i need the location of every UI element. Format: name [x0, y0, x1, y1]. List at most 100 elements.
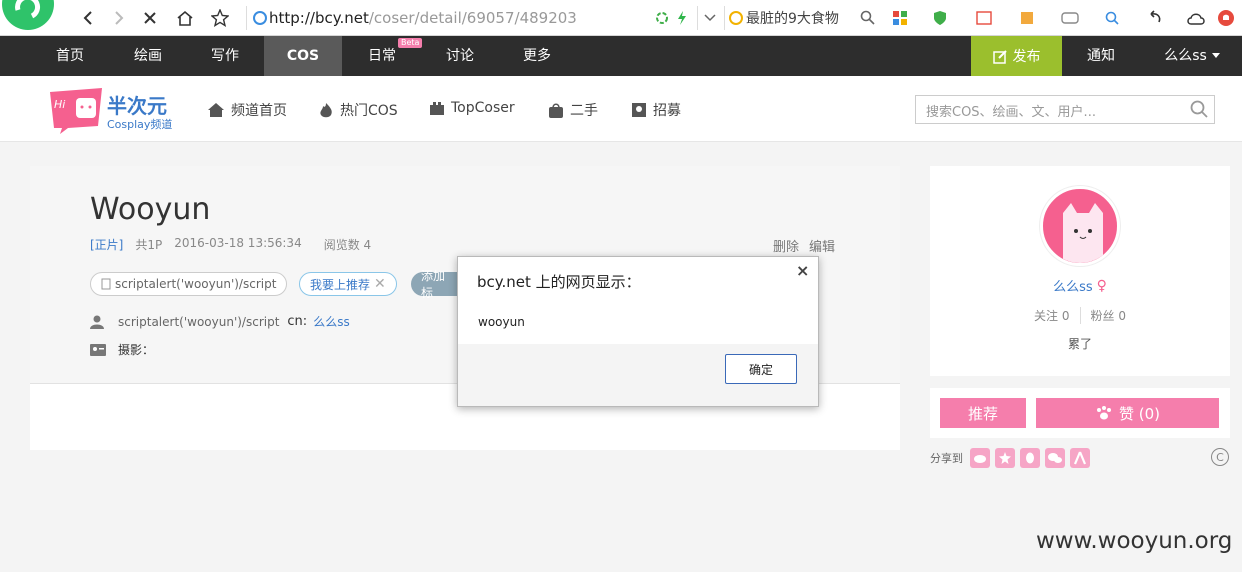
qzone-star-icon[interactable] [995, 448, 1015, 468]
qq-icon[interactable] [1020, 448, 1040, 468]
site-logo-icon[interactable]: Hi [50, 88, 105, 134]
url-path: /coser/detail/69057/489203 [368, 9, 577, 27]
lightning-icon[interactable] [670, 6, 694, 30]
doc-icon [101, 278, 111, 290]
tag-label: scriptalert('wooyun')/script [115, 277, 277, 291]
user-menu[interactable]: 么么ss [1155, 36, 1230, 76]
photographer-label: 摄影： [118, 343, 155, 357]
nav-home[interactable]: 首页 [40, 36, 100, 76]
avatar[interactable] [1040, 186, 1120, 266]
close-icon[interactable]: ✕ [374, 276, 386, 292]
wechat-icon[interactable] [1045, 448, 1065, 468]
bookmark-star-icon[interactable] [208, 6, 232, 30]
delete-link[interactable]: 删除 [773, 236, 799, 255]
stop-icon[interactable] [138, 6, 162, 30]
site-search-input[interactable]: 搜索COS、绘画、文、用户... [915, 95, 1215, 124]
gamepad-icon[interactable] [1058, 6, 1082, 30]
dialog-title: bcy.net 上的网页显示： [477, 273, 641, 291]
subnav-label: 二手 [570, 103, 598, 119]
site-search-placeholder: 搜索COS、绘画、文、用户... [926, 105, 1096, 120]
site-header: Hi 半次元 Cosplay频道 频道首页 热门COS TopCoser 二手 … [0, 76, 1242, 142]
subnav-label: TopCoser [451, 100, 515, 116]
search-icon[interactable] [856, 6, 880, 30]
add-tag-button[interactable]: 添加标 [411, 269, 461, 300]
nav-cos[interactable]: COS [264, 36, 342, 76]
address-bar[interactable]: http://bcy.net/coser/detail/69057/489203 [246, 6, 692, 30]
forward-icon[interactable] [107, 6, 131, 30]
nav-discuss[interactable]: 讨论 [430, 36, 490, 76]
edit-link[interactable]: 编辑 [809, 236, 835, 255]
weibo-icon[interactable] [970, 448, 990, 468]
page-loading-icon [253, 11, 267, 25]
publish-button[interactable]: 发布 [971, 36, 1062, 76]
watermark: www.wooyun.org [1036, 528, 1233, 554]
following-count[interactable]: 关注 0 [1034, 307, 1081, 324]
subnav-hot-cos[interactable]: 热门COS [319, 100, 398, 120]
reader-icon[interactable] [972, 6, 996, 30]
id-card-icon [90, 343, 106, 356]
female-icon: ♀ [1096, 277, 1107, 294]
nav-writing[interactable]: 写作 [195, 36, 255, 76]
recommend-label: 推荐 [967, 404, 998, 423]
home-icon[interactable] [173, 6, 197, 30]
chevron-down-icon[interactable] [697, 6, 721, 30]
nav-drawing[interactable]: 绘画 [118, 36, 178, 76]
back-icon[interactable] [76, 6, 100, 30]
user-menu-label: 么么ss [1164, 48, 1207, 64]
subnav-label: 热门COS [340, 103, 398, 119]
search-engine-icon [729, 11, 743, 25]
post-views: 阅览数 4 [323, 238, 372, 252]
nav-more[interactable]: 更多 [507, 36, 567, 76]
magnifier-icon[interactable] [1100, 6, 1124, 30]
tag-recommend[interactable]: 我要上推荐 ✕ [299, 272, 397, 296]
like-button[interactable]: 赞 (0) [1036, 398, 1219, 428]
logo-hi-text: Hi [54, 98, 66, 111]
ok-label: 确定 [748, 362, 773, 377]
cn-label: cn: [287, 314, 308, 329]
like-label: 赞 (0) [1118, 404, 1161, 423]
nav-notify[interactable]: 通知 [1076, 36, 1126, 76]
tag-label: 我要上推荐 [310, 277, 371, 292]
search-icon[interactable] [1190, 100, 1208, 118]
post-date: 2016-03-18 13:56:34 [174, 236, 302, 250]
dialog-footer: 确定 [458, 344, 818, 406]
browser-toolbar: http://bcy.net/coser/detail/69057/489203… [0, 0, 1242, 36]
subnav-secondhand[interactable]: 二手 [548, 100, 598, 120]
browser-logo-icon [2, 0, 58, 30]
notification-bell-icon[interactable] [1214, 6, 1238, 30]
shopping-bag-icon [549, 103, 563, 118]
profile-name[interactable]: 么么ss [1053, 276, 1093, 295]
dialog-message: wooyun [478, 315, 525, 329]
caret-down-icon [1211, 53, 1220, 58]
profile-card: 么么ss ♀ 关注 0 粉丝 0 累了 [930, 166, 1230, 376]
post-type-link[interactable]: [正片] [90, 236, 123, 253]
action-card: 推荐 赞 (0) [930, 388, 1230, 438]
publish-label: 发布 [1012, 49, 1041, 65]
logo-subtitle: Cosplay频道 [107, 118, 173, 131]
subnav-channel-home[interactable]: 频道首页 [207, 100, 287, 120]
subnav-topcoser[interactable]: TopCoser [429, 100, 515, 116]
browser-search-text: 最脏的9大食物 [746, 11, 839, 27]
shield-icon[interactable] [928, 6, 952, 30]
copyright-icon: C [1211, 448, 1229, 466]
castle-icon [430, 102, 444, 115]
cloud-icon[interactable] [1184, 6, 1208, 30]
fire-icon [320, 103, 332, 118]
undo-icon[interactable] [1143, 6, 1167, 30]
dialog-close-icon[interactable]: × [796, 261, 809, 280]
renren-icon[interactable] [1070, 448, 1090, 468]
recommend-button[interactable]: 推荐 [940, 398, 1026, 428]
add-tag-label: 添加标 [421, 269, 446, 300]
ok-button[interactable]: 确定 [725, 354, 797, 384]
tag-script[interactable]: scriptalert('wooyun')/script [90, 272, 288, 296]
home-icon [208, 103, 224, 117]
main-nav: 首页 绘画 写作 COS 日常 Beta 讨论 更多 发布 通知 么么ss [0, 36, 1242, 76]
logo-title: 半次元 [107, 94, 167, 118]
subnav-recruit[interactable]: 招募 [631, 100, 681, 120]
url-host: http://bcy.net [269, 9, 369, 27]
clipper-icon[interactable] [1015, 6, 1039, 30]
followers-count[interactable]: 粉丝 0 [1081, 307, 1126, 324]
apps-grid-icon[interactable] [888, 6, 912, 30]
cn-user-link[interactable]: 么么ss [313, 313, 350, 330]
browser-search-box[interactable]: 最脏的9大食物 [724, 6, 874, 30]
